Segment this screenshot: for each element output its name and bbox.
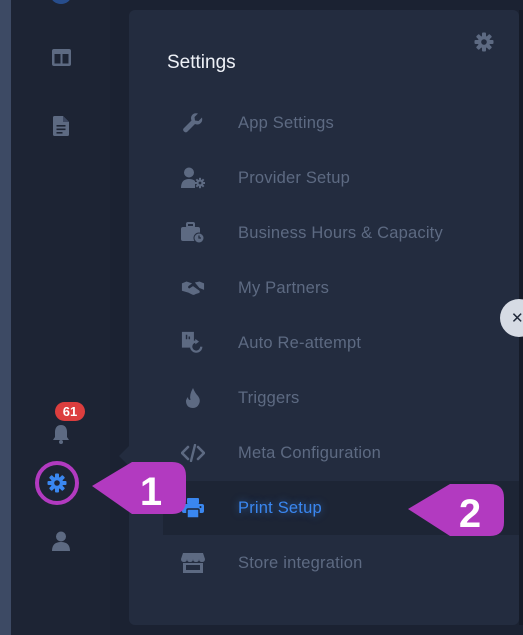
- callout-2-label: 2: [459, 492, 481, 536]
- callout-1: 1: [92, 462, 186, 514]
- callout-layer: 1 2: [92, 462, 504, 536]
- callout-2: 2: [408, 484, 504, 536]
- callout-1-label: 1: [140, 470, 162, 514]
